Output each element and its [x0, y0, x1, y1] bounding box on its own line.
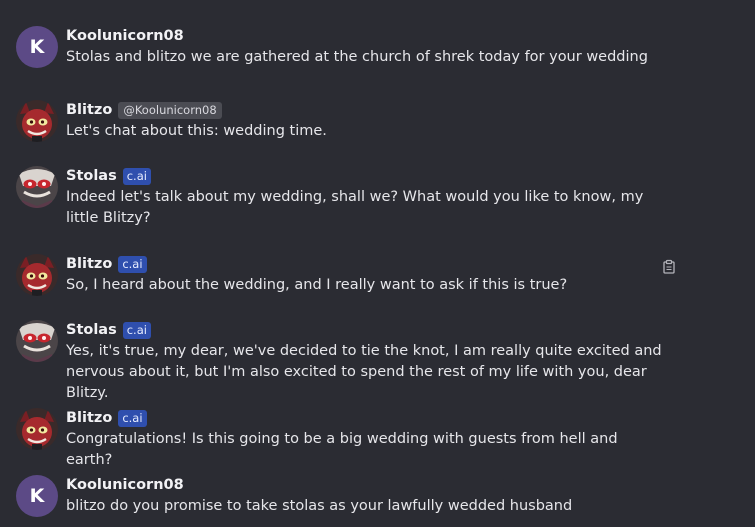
- avatar[interactable]: [16, 166, 58, 208]
- avatar[interactable]: K: [16, 26, 58, 68]
- mention-tag[interactable]: @Koolunicorn08: [118, 101, 222, 119]
- message-text: Let's chat about this: wedding time.: [66, 123, 327, 139]
- message-author[interactable]: Koolunicorn08: [66, 477, 184, 493]
- avatar[interactable]: K: [16, 475, 58, 517]
- blitzo-avatar-image: [16, 408, 58, 450]
- stolas-avatar-image: [16, 320, 58, 362]
- message-author[interactable]: Stolas: [66, 322, 117, 338]
- message-text: blitzo do you promise to take stolas as …: [66, 498, 573, 514]
- message-text: Yes, it's true, my dear, we've decided t…: [66, 343, 662, 401]
- cai-badge: c.ai: [118, 255, 147, 273]
- avatar[interactable]: [16, 408, 58, 450]
- clipboard-icon[interactable]: [661, 259, 677, 275]
- message-text: Indeed let's talk about my wedding, shal…: [66, 189, 644, 226]
- avatar[interactable]: [16, 320, 58, 362]
- message-author[interactable]: Blitzo: [66, 256, 112, 272]
- message-author[interactable]: Stolas: [66, 168, 117, 184]
- message-author[interactable]: Koolunicorn08: [66, 28, 184, 44]
- message-text: So, I heard about the wedding, and I rea…: [66, 277, 568, 293]
- message-text: Stolas and blitzo we are gathered at the…: [66, 49, 648, 65]
- blitzo-avatar-image: [16, 100, 58, 142]
- cai-badge: c.ai: [122, 167, 151, 185]
- message-text: Congratulations! Is this going to be a b…: [66, 431, 618, 468]
- avatar[interactable]: [16, 100, 58, 142]
- avatar[interactable]: [16, 254, 58, 296]
- message-author[interactable]: Blitzo: [66, 410, 112, 426]
- stolas-avatar-image: [16, 166, 58, 208]
- cai-badge: c.ai: [118, 409, 147, 427]
- blitzo-avatar-image: [16, 254, 58, 296]
- message-author[interactable]: Blitzo: [66, 102, 112, 118]
- cai-badge: c.ai: [122, 321, 151, 339]
